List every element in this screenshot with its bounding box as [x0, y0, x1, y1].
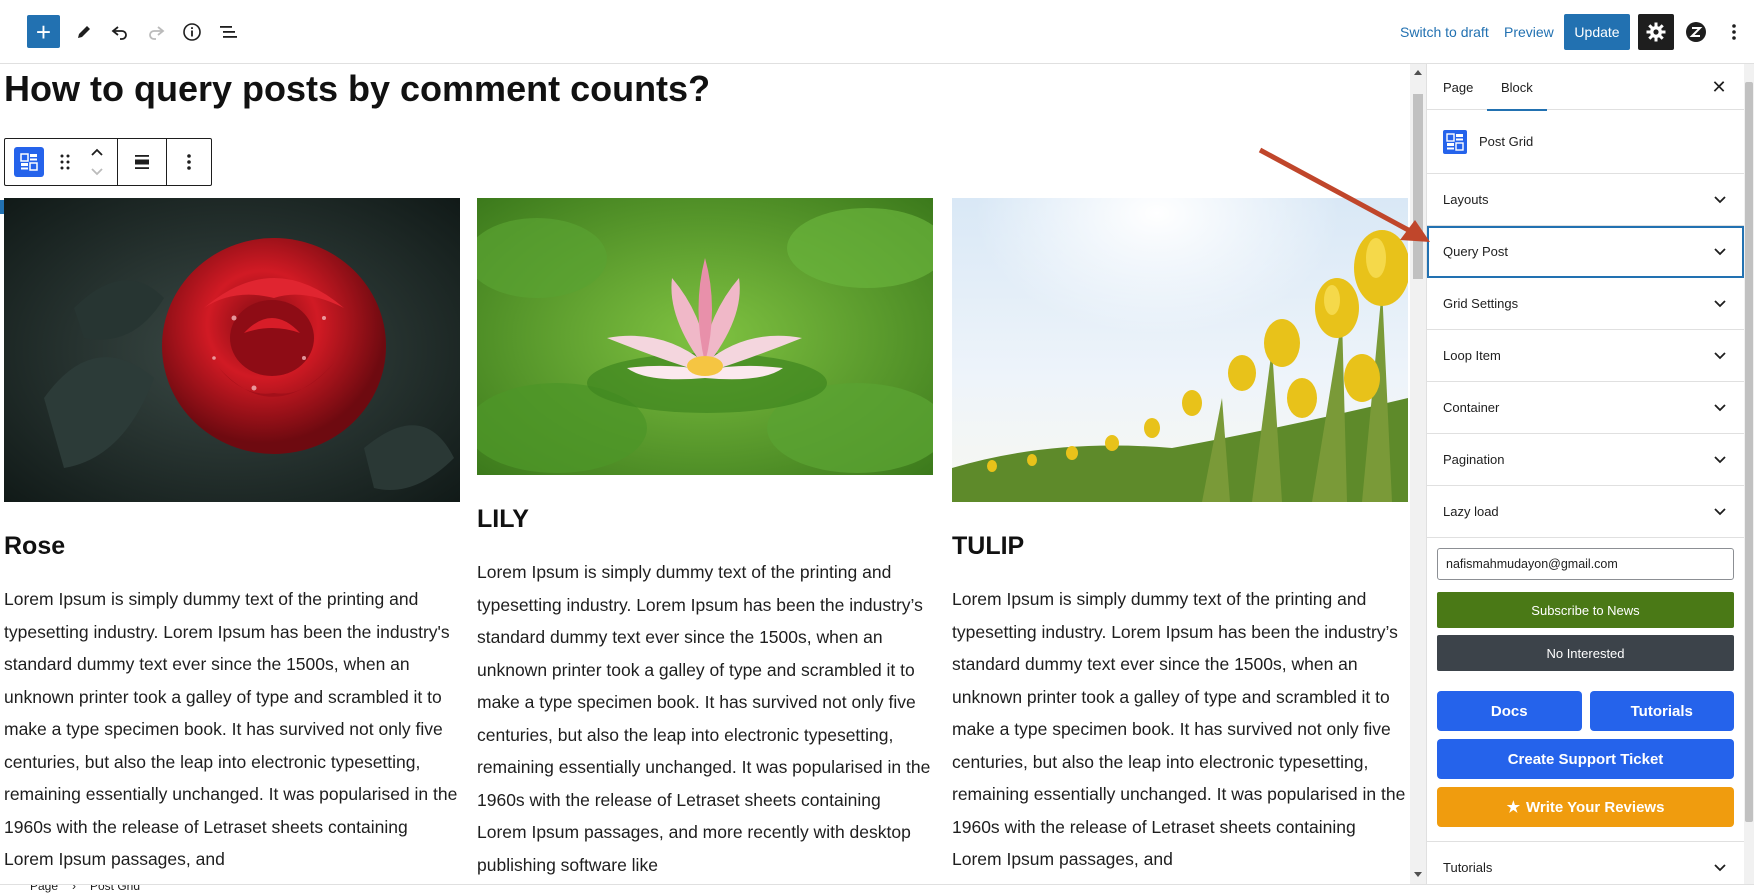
panel-title: Lazy load — [1443, 504, 1499, 519]
list-view-icon[interactable] — [213, 16, 245, 48]
post-card-excerpt: Lorem Ipsum is simply dummy text of the … — [4, 589, 458, 869]
add-block-button[interactable]: + — [27, 15, 60, 48]
post-card-title[interactable]: Rose — [4, 532, 460, 561]
panel-title: Query Post — [1443, 244, 1509, 259]
panel-title: Loop Item — [1443, 348, 1501, 363]
preview-button[interactable]: Preview — [1504, 20, 1554, 44]
scroll-up-icon[interactable] — [1414, 70, 1422, 75]
chevron-down-icon — [1714, 452, 1726, 467]
block-toolbar — [4, 138, 212, 186]
post-grid-block-icon[interactable] — [5, 139, 53, 185]
undo-icon[interactable] — [104, 16, 136, 48]
chevron-down-icon — [1714, 860, 1726, 875]
chevron-down-icon — [1714, 400, 1726, 415]
redo-icon[interactable] — [140, 16, 172, 48]
align-group — [118, 139, 167, 185]
lily-image[interactable] — [477, 198, 933, 475]
update-button[interactable]: Update — [1564, 14, 1630, 50]
panel-pagination[interactable]: Pagination — [1427, 434, 1744, 486]
block-breadcrumb: Page › Post Grid — [0, 884, 1754, 894]
switch-to-draft-button[interactable]: Switch to draft — [1400, 20, 1489, 44]
post-card-rose: Rose Lorem Ipsum is simply dummy text of… — [4, 198, 460, 876]
scroll-down-icon[interactable] — [1414, 872, 1422, 877]
star-icon: ★ — [1506, 799, 1521, 816]
panel-title: Grid Settings — [1443, 296, 1519, 311]
panel-title: Layouts — [1443, 192, 1489, 207]
docs-button[interactable]: Docs — [1437, 691, 1582, 731]
post-card-excerpt: Lorem Ipsum is simply dummy text of the … — [952, 589, 1406, 869]
panel-title: Pagination — [1443, 452, 1505, 467]
panel-title: Container — [1443, 400, 1500, 415]
editor-header: + Switch to draft Preview Update — [0, 0, 1754, 64]
block-name: Post Grid — [1479, 134, 1534, 149]
info-icon[interactable] — [176, 16, 208, 48]
options-group — [167, 139, 211, 185]
block-options-icon[interactable] — [167, 139, 211, 185]
docs-tutorials-row: Docs Tutorials — [1437, 691, 1734, 731]
create-support-ticket-button[interactable]: Create Support Ticket — [1437, 739, 1734, 779]
post-card-excerpt: Lorem Ipsum is simply dummy text of the … — [477, 562, 931, 875]
settings-sidebar: Page Block ✕ Post Grid Layouts Query Pos… — [1426, 64, 1744, 884]
promo-section: Subscribe to News No Interested Docs Tut… — [1427, 538, 1744, 827]
editor-canvas: How to query posts by comment counts? Ro… — [0, 64, 1410, 884]
rose-image[interactable] — [4, 198, 460, 502]
post-card-title[interactable]: TULIP — [952, 532, 1408, 561]
post-card-title[interactable]: LILY — [477, 505, 933, 534]
breadcrumb-separator-icon: › — [72, 884, 76, 893]
panel-query-post[interactable]: Query Post — [1427, 226, 1744, 278]
move-up-down-icon[interactable] — [77, 139, 117, 185]
chevron-down-icon — [1714, 296, 1726, 311]
post-card-tulip: TULIP Lorem Ipsum is simply dummy text o… — [952, 198, 1408, 876]
block-type-group — [5, 139, 118, 185]
chevron-down-icon — [1714, 348, 1726, 363]
write-reviews-button[interactable]: ★ Write Your Reviews — [1437, 787, 1734, 827]
align-icon[interactable] — [118, 139, 166, 185]
subscribe-button[interactable]: Subscribe to News — [1437, 592, 1734, 628]
chevron-down-icon — [1714, 504, 1726, 519]
block-selection-marker — [0, 200, 4, 214]
panel-title: Tutorials — [1443, 859, 1493, 875]
panel-grid-settings[interactable]: Grid Settings — [1427, 278, 1744, 330]
panel-tutorials[interactable]: Tutorials — [1427, 841, 1744, 884]
tab-page[interactable]: Page — [1443, 64, 1473, 110]
settings-gear-icon[interactable] — [1638, 14, 1674, 50]
breadcrumb-page[interactable]: Page — [30, 885, 58, 893]
zendesk-icon[interactable] — [1680, 16, 1712, 48]
block-card: Post Grid — [1427, 110, 1744, 174]
pencil-icon[interactable] — [68, 16, 100, 48]
sidebar-tabs: Page Block ✕ — [1427, 64, 1744, 111]
tutorials-button[interactable]: Tutorials — [1589, 691, 1734, 731]
panel-lazy-load[interactable]: Lazy load — [1427, 486, 1744, 538]
panel-container[interactable]: Container — [1427, 382, 1744, 434]
panel-loop-item[interactable]: Loop Item — [1427, 330, 1744, 382]
post-title[interactable]: How to query posts by comment counts? — [4, 68, 710, 110]
breadcrumb-post-grid[interactable]: Post Grid — [90, 885, 140, 893]
chevron-down-icon — [1714, 244, 1726, 259]
not-interested-button[interactable]: No Interested — [1437, 635, 1734, 671]
drag-handle-icon[interactable] — [53, 139, 77, 185]
annotation-arrow — [1258, 147, 1430, 242]
post-card-lily: LILY Lorem Ipsum is simply dummy text of… — [477, 198, 933, 881]
panel-layouts[interactable]: Layouts — [1427, 174, 1744, 226]
tab-block[interactable]: Block — [1487, 64, 1547, 111]
more-vertical-icon[interactable] — [1718, 16, 1750, 48]
sidebar-scrollbar[interactable] — [1744, 64, 1754, 884]
write-reviews-label: Write Your Reviews — [1526, 798, 1665, 816]
chevron-down-icon — [1714, 192, 1726, 207]
post-grid-icon — [1443, 129, 1467, 154]
sidebar-scroll-thumb[interactable] — [1745, 82, 1753, 822]
close-icon[interactable]: ✕ — [1708, 76, 1730, 98]
email-field[interactable] — [1437, 548, 1734, 580]
